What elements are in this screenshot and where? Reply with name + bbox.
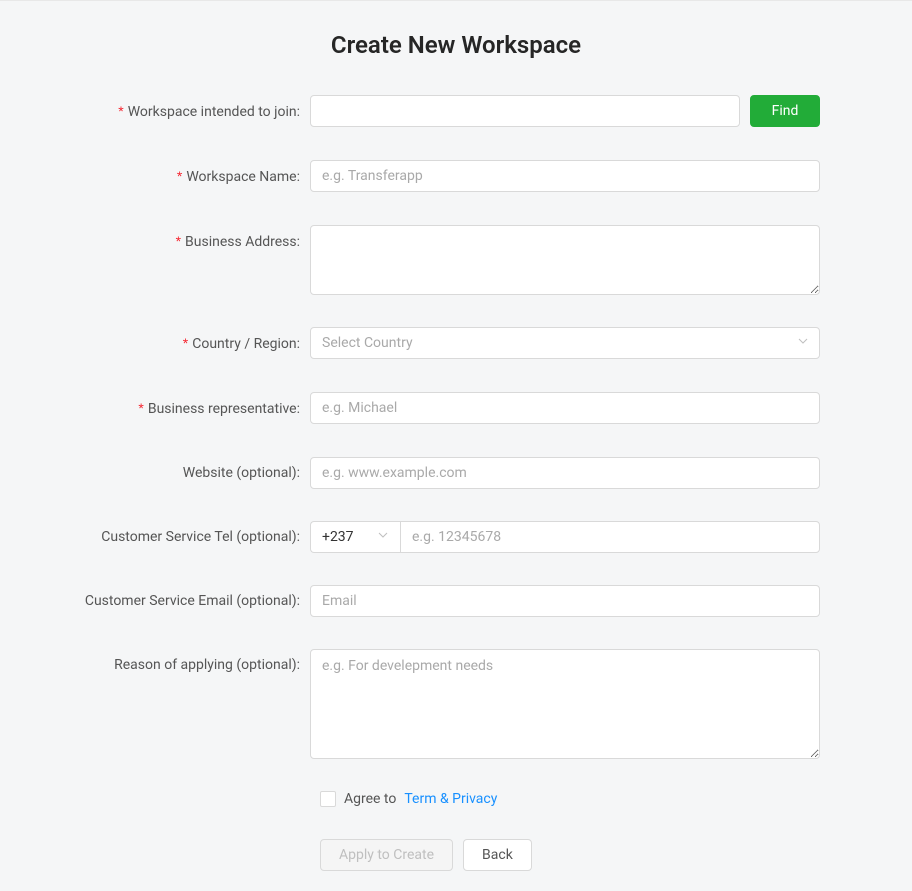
agree-checkbox[interactable] (320, 791, 336, 807)
website-label: Website (optional): (60, 457, 310, 489)
email-label: Customer Service Email (optional): (60, 585, 310, 617)
representative-label: Business representative: (60, 392, 310, 425)
page-title: Create New Workspace (60, 31, 852, 59)
business-address-label: Business Address: (60, 225, 310, 258)
workspace-name-label: Workspace Name: (60, 160, 310, 193)
reason-input[interactable] (310, 649, 820, 759)
tel-input[interactable] (400, 521, 820, 553)
country-label: Country / Region: (60, 327, 310, 360)
tel-prefix-select[interactable]: +237 (310, 521, 400, 553)
apply-button[interactable]: Apply to Create (320, 839, 453, 871)
reason-label: Reason of applying (optional): (60, 649, 310, 681)
agree-text: Agree to (344, 791, 396, 807)
back-button[interactable]: Back (463, 839, 532, 871)
workspace-join-input[interactable] (310, 95, 740, 127)
representative-input[interactable] (310, 392, 820, 424)
find-button[interactable]: Find (750, 95, 820, 127)
website-input[interactable] (310, 457, 820, 489)
country-select[interactable]: Select Country (310, 327, 820, 359)
tel-label: Customer Service Tel (optional): (60, 521, 310, 553)
email-input[interactable] (310, 585, 820, 617)
business-address-input[interactable] (310, 225, 820, 295)
workspace-join-label: Workspace intended to join: (60, 95, 310, 128)
workspace-name-input[interactable] (310, 160, 820, 192)
terms-link[interactable]: Term & Privacy (404, 791, 497, 807)
